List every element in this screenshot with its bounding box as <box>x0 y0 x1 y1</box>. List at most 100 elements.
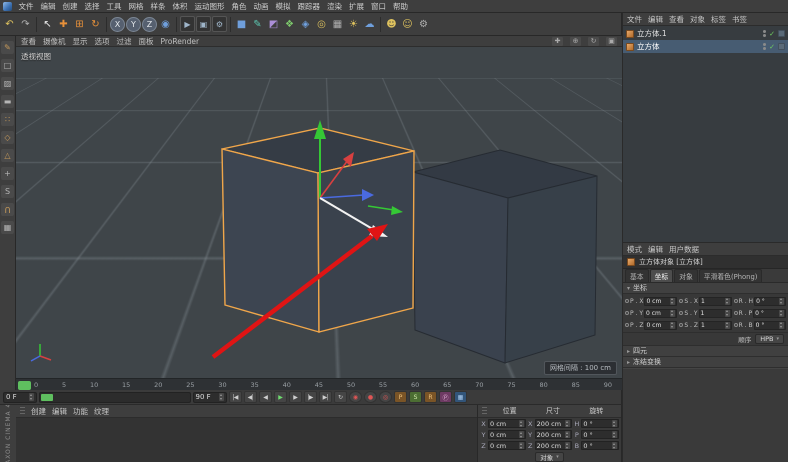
vp-menu-view[interactable]: 查看 <box>21 36 36 47</box>
tab-basic[interactable]: 基本 <box>625 269 649 282</box>
stepper[interactable] <box>670 321 675 329</box>
prev-frame-button[interactable]: ◀ <box>259 391 272 403</box>
live-selection-icon[interactable]: ↖ <box>40 15 55 34</box>
am-menu-mode[interactable]: 模式 <box>627 244 642 255</box>
keyframe-dot-icon[interactable] <box>679 311 683 315</box>
y-axis-lock-button[interactable]: Y <box>126 17 141 32</box>
current-frame-field[interactable]: 0 F <box>3 392 37 403</box>
quaternion-section-header[interactable]: ▸ 四元 <box>623 346 788 357</box>
pla-keys-toggle[interactable]: ▦ <box>454 391 467 403</box>
rh-field[interactable]: 0 ° <box>754 297 786 306</box>
stepper[interactable] <box>670 297 675 305</box>
rotation-keys-toggle[interactable]: R <box>424 391 437 403</box>
visibility-dots-icon[interactable] <box>763 30 766 37</box>
sky-icon[interactable]: ☁ <box>362 15 377 34</box>
freeze-transform-section-header[interactable]: ▸ 冻结变换 <box>623 357 788 368</box>
am-menu-edit[interactable]: 编辑 <box>648 244 663 255</box>
om-menu-bookmarks[interactable]: 书签 <box>732 14 747 25</box>
zoom-view-icon[interactable]: ⊕ <box>570 37 581 46</box>
materials-menu-create[interactable]: 创建 <box>31 406 46 417</box>
menu-help[interactable]: 帮助 <box>390 1 412 12</box>
stepper[interactable] <box>519 420 524 428</box>
stepper[interactable] <box>565 442 570 450</box>
subdivision-surface-icon[interactable]: ◩ <box>266 15 281 34</box>
workplane-lock-icon[interactable]: ▦ <box>1 221 14 234</box>
om-menu-file[interactable]: 文件 <box>627 14 642 25</box>
menu-tracker[interactable]: 跟踪器 <box>294 1 324 12</box>
current-frame-marker[interactable] <box>18 381 31 390</box>
materials-list-area[interactable] <box>16 418 477 462</box>
object-list[interactable]: 立方体.1 ✓ 立方体 ✓ <box>623 26 788 243</box>
render-settings-icon[interactable]: ⚙ <box>212 16 227 32</box>
stepper[interactable] <box>612 442 617 450</box>
stepper[interactable] <box>565 420 570 428</box>
menu-file[interactable]: 文件 <box>15 1 37 12</box>
enabled-check-icon[interactable]: ✓ <box>769 43 775 51</box>
parameter-keys-toggle[interactable]: Ⓟ <box>439 391 452 403</box>
camera-icon[interactable]: ▦ <box>330 15 345 34</box>
stepper[interactable] <box>670 309 675 317</box>
render-view-icon[interactable]: ▶ <box>180 16 195 32</box>
axis-mode-icon[interactable]: + <box>1 167 14 180</box>
deformer-icon[interactable]: ◈ <box>298 15 313 34</box>
size-y-field[interactable]: 200 cm <box>535 430 573 439</box>
texture-mode-icon[interactable]: ▨ <box>1 77 14 90</box>
loop-button[interactable]: ↻ <box>334 391 347 403</box>
primitive-cube-icon[interactable]: ■ <box>234 15 249 34</box>
keyframe-dot-icon[interactable] <box>734 311 738 315</box>
vp-menu-options[interactable]: 选项 <box>95 36 110 47</box>
pz-field[interactable]: 0 cm <box>644 321 677 330</box>
x-axis-lock-button[interactable]: X <box>110 17 125 32</box>
stepper[interactable] <box>565 431 570 439</box>
scale-keys-toggle[interactable]: S <box>409 391 422 403</box>
undo-icon[interactable]: ↶ <box>2 15 17 34</box>
menu-render[interactable]: 渲染 <box>324 1 346 12</box>
timeline-slider-handle[interactable] <box>41 394 53 401</box>
sx-field[interactable]: 1 <box>699 297 732 306</box>
keyframe-mode-button[interactable]: ◎ <box>379 391 392 403</box>
stepper[interactable] <box>779 297 784 305</box>
workplane-mode-icon[interactable]: ▬ <box>1 95 14 108</box>
generator-icon[interactable]: ❖ <box>282 15 297 34</box>
keyframe-dot-icon[interactable] <box>679 323 683 327</box>
z-axis-lock-button[interactable]: Z <box>142 17 157 32</box>
menu-window[interactable]: 窗口 <box>368 1 390 12</box>
make-editable-icon[interactable]: ✎ <box>1 41 14 54</box>
object-tag-icon[interactable] <box>778 30 785 37</box>
stepper[interactable] <box>725 321 730 329</box>
pan-view-icon[interactable]: ✚ <box>552 37 563 46</box>
keyframe-dot-icon[interactable] <box>625 299 629 303</box>
stepper[interactable] <box>519 431 524 439</box>
toggle-view-icon[interactable]: ▣ <box>606 37 617 46</box>
enabled-check-icon[interactable]: ✓ <box>769 30 775 38</box>
materials-menu-function[interactable]: 功能 <box>73 406 88 417</box>
menu-simulate[interactable]: 模拟 <box>272 1 294 12</box>
rotation-h-field[interactable]: 0 ° <box>581 419 619 428</box>
am-menu-userdata[interactable]: 用户数据 <box>669 244 699 255</box>
keyframe-dot-icon[interactable] <box>625 323 629 327</box>
field-icon[interactable]: ◎ <box>314 15 329 34</box>
figure-icon[interactable]: ☻ <box>384 15 399 34</box>
goto-end-button[interactable]: ▶| <box>319 391 332 403</box>
menu-mesh[interactable]: 网格 <box>125 1 147 12</box>
om-menu-tags[interactable]: 标签 <box>711 14 726 25</box>
light-icon[interactable]: ☀ <box>346 15 361 34</box>
scale-tool-icon[interactable]: ⊞ <box>72 15 87 34</box>
stepper[interactable] <box>779 321 784 329</box>
viewport[interactable]: 查看 摄像机 显示 选项 过滤 面板 ProRender ✚ ⊕ ↻ ▣ 透视视… <box>16 36 622 390</box>
polygons-mode-icon[interactable]: △ <box>1 149 14 162</box>
panel-grip-icon[interactable] <box>482 407 487 415</box>
menu-animate[interactable]: 动画 <box>250 1 272 12</box>
vp-menu-prorender[interactable]: ProRender <box>161 37 200 46</box>
menu-spline[interactable]: 样条 <box>147 1 169 12</box>
timeline-ruler[interactable]: 0 5 10 15 20 25 30 35 40 45 50 55 60 65 … <box>16 378 622 390</box>
object-name[interactable]: 立方体 <box>637 41 660 52</box>
settings-gear-icon[interactable]: ⚙ <box>416 15 431 34</box>
menu-create[interactable]: 创建 <box>59 1 81 12</box>
edges-mode-icon[interactable]: ◇ <box>1 131 14 144</box>
prev-key-button[interactable]: ◀| <box>244 391 257 403</box>
coordinate-system-icon[interactable]: ◉ <box>158 15 173 34</box>
move-tool-icon[interactable]: ✚ <box>56 15 71 34</box>
end-frame-field[interactable]: 90 F <box>193 392 227 403</box>
position-x-field[interactable]: 0 cm <box>488 419 526 428</box>
